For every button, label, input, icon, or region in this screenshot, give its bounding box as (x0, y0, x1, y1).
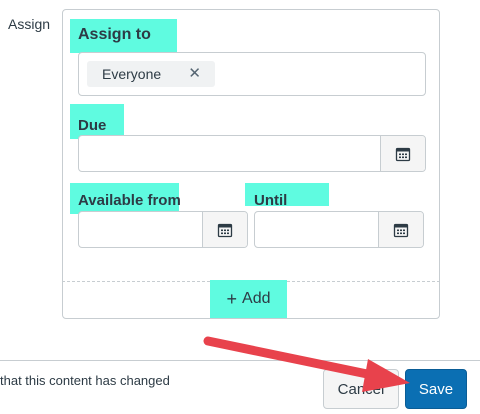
save-button[interactable]: Save (405, 369, 467, 409)
due-date-input[interactable] (79, 136, 395, 171)
assign-to-label: Assign to (78, 26, 151, 43)
until-label: Until (254, 192, 288, 209)
until-calendar-button[interactable] (378, 212, 423, 247)
until-field (254, 211, 424, 248)
plus-icon: + (226, 289, 238, 309)
cancel-button[interactable]: Cancel (323, 369, 399, 409)
available-from-field (78, 211, 248, 248)
notify-text: that this content has changed (0, 373, 170, 388)
close-icon[interactable]: ✕ (188, 61, 201, 87)
assignee-tag: Everyone ✕ (87, 61, 215, 87)
assignee-tag-label: Everyone (102, 66, 162, 82)
footer-divider (0, 360, 480, 361)
add-button[interactable]: + Add (210, 280, 287, 318)
due-date-field (78, 135, 426, 172)
due-label: Due (78, 117, 107, 134)
due-calendar-button[interactable] (380, 136, 425, 171)
assign-side-label: Assign (8, 16, 51, 32)
available-from-label: Available from (78, 192, 181, 209)
available-from-input[interactable] (79, 212, 217, 247)
calendar-icon (393, 223, 409, 237)
assign-to-input[interactable]: Everyone ✕ (78, 52, 426, 96)
calendar-icon (395, 147, 411, 161)
until-input[interactable] (255, 212, 393, 247)
add-button-label: Add (242, 290, 271, 307)
available-from-calendar-button[interactable] (202, 212, 247, 247)
calendar-icon (217, 223, 233, 237)
